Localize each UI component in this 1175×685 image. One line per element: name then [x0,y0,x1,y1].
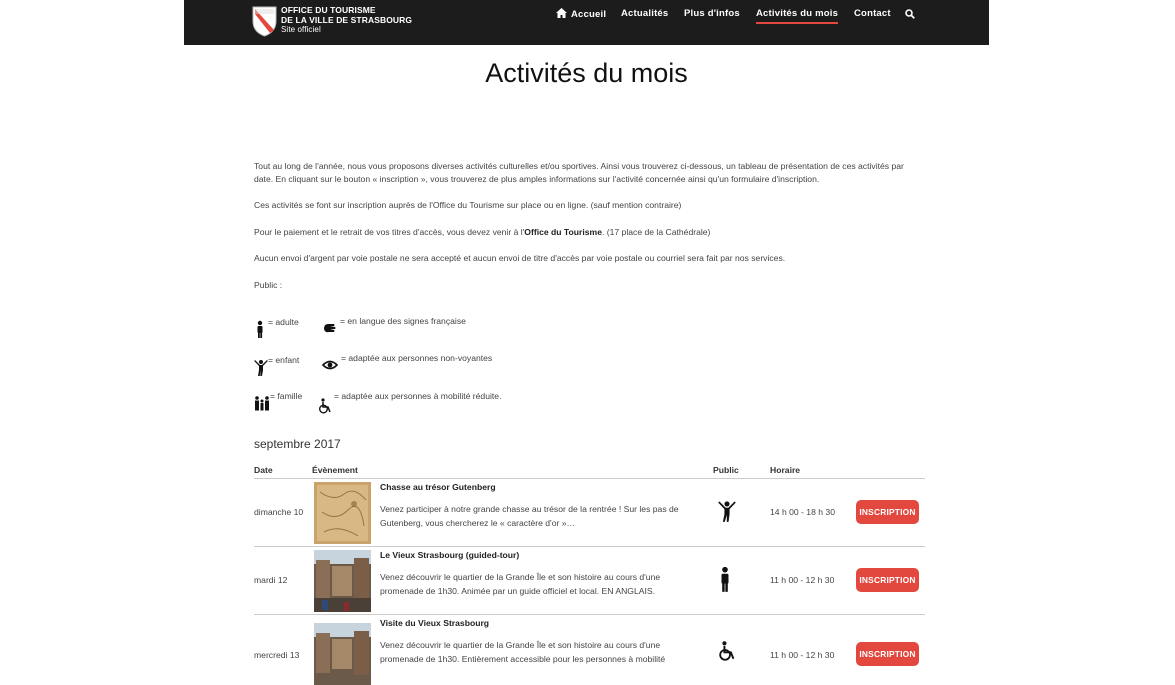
event-description: Venez découvrir le quartier de la Grande… [380,572,661,596]
sign-language-icon [324,324,336,333]
intro-paragraph-4: Aucun envoi d'argent par voie postale ne… [254,253,786,263]
intro-paragraph-3: Pour le paiement et le retrait de vos ti… [254,226,914,239]
header-public: Public [713,465,739,475]
event-hours: 11 h 00 - 12 h 30 [770,575,835,585]
intro-3-part-c: . (17 place de la Cathédrale) [601,226,711,237]
event-thumbnail-old-town[interactable] [314,623,371,685]
table-row: dimanche 10 Chasse au trésor Gutenberg V… [254,479,925,547]
legend-wheelchair: = adaptée aux personnes à mobilité rédui… [318,391,501,414]
strasbourg-shield-logo[interactable] [251,5,278,37]
page-title: Activités du mois [485,58,688,88]
legend-wheelchair-text: = adaptée aux personnes à mobilité rédui… [334,391,502,402]
intro-text: Tout au long de l'année, nous vous propo… [254,160,914,305]
legend-family-text: = famille [270,391,303,402]
logo-line-3: Site officiel [281,25,321,34]
intro-paragraph-2: Ces activités se font sur inscription au… [254,200,682,210]
intro-3-part-a: Pour le paiement et le retrait de vos ti… [254,226,525,237]
nav-actualites[interactable]: Actualités [621,8,668,19]
event-date: mardi 12 [254,575,288,585]
legend-sign-language-text: = en langue des signes française [340,316,466,327]
legend-eye-text: = adaptée aux personnes non-voyantes [341,353,493,364]
event-description: Venez participer à notre grande chasse a… [380,504,679,528]
public-label: Public : [254,279,283,290]
top-navigation-bar: OFFICE DU TOURISME DE LA VILLE DE STRASB… [184,0,989,45]
legend-sign-language: = en langue des signes française [322,316,466,336]
legend-adult: = adulte [254,317,299,338]
page-frame: OFFICE DU TOURISME DE LA VILLE DE STRASB… [184,0,989,685]
inscription-button[interactable]: INSCRIPTION [856,500,919,524]
wheelchair-icon [319,398,331,414]
eye-icon [321,360,339,370]
event-date: dimanche 10 [254,507,304,517]
table-row: mercredi 13 Visite du Vieux Strasbourg V… [254,615,925,685]
child-icon [718,501,736,522]
adult-icon [257,320,263,338]
intro-paragraph-1: Tout au long de l'année, nous vous propo… [254,161,904,184]
home-icon [556,8,567,18]
inscription-button[interactable]: INSCRIPTION [856,568,919,592]
month-heading: septembre 2017 [254,437,341,451]
event-thumbnail-old-town[interactable] [314,550,371,612]
search-icon[interactable] [905,9,915,19]
logo-line-1: OFFICE DU TOURISME [281,5,376,15]
event-thumbnail-treasure-map[interactable] [314,482,371,544]
inscription-button[interactable]: INSCRIPTION [856,642,919,666]
legend-eye: = adaptée aux personnes non-voyantes [321,353,492,372]
nav-plus-infos[interactable]: Plus d'infos [684,8,740,19]
nav-contact[interactable]: Contact [854,8,891,19]
legend-family: = famille [254,391,302,411]
header-hours: Horaire [770,465,801,475]
event-description: Venez découvrir le quartier de la Grande… [380,640,666,664]
nav-activites-du-mois[interactable]: Activités du mois [756,8,839,24]
event-hours: 11 h 00 - 12 h 30 [770,650,835,660]
event-title[interactable]: Visite du Vieux Strasbourg [380,618,489,628]
legend-adult-text: = adulte [268,317,299,328]
header-date: Date [254,465,273,475]
event-date: mercredi 13 [254,650,300,660]
nav-accueil-label: Accueil [571,9,607,20]
wheelchair-icon [719,641,735,661]
nav-accueil[interactable]: Accueil [556,8,606,20]
family-icon [255,396,269,411]
legend-child-text: = enfant [268,355,300,366]
site-logo-text[interactable]: OFFICE DU TOURISME DE LA VILLE DE STRASB… [281,5,412,35]
intro-3-bold: Office du Tourisme [524,226,602,237]
child-icon [254,360,268,376]
event-hours: 14 h 00 - 18 h 30 [770,507,835,517]
legend-child: = enfant [254,355,300,376]
logo-line-2: DE LA VILLE DE STRASBOURG [281,15,413,25]
adult-icon [721,566,729,592]
event-title[interactable]: Le Vieux Strasbourg (guided-tour) [380,550,519,560]
header-event: Évènement [312,465,358,475]
table-row: mardi 12 Le Vieux Strasbourg (guided-tou… [254,547,925,615]
event-title[interactable]: Chasse au trésor Gutenberg [380,482,496,492]
